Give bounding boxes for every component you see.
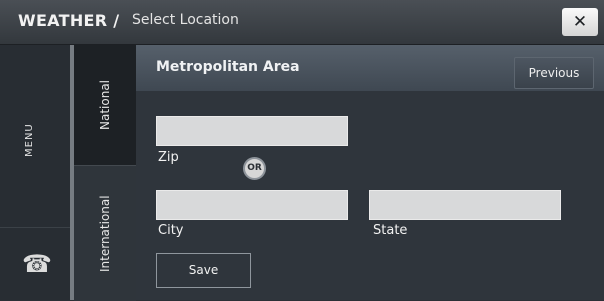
city-field[interactable]: [156, 190, 348, 220]
previous-button[interactable]: Previous: [514, 57, 594, 89]
app-title: WEATHER /: [18, 11, 120, 30]
phone-icon: ☎: [22, 250, 52, 278]
tab-national[interactable]: National: [74, 45, 136, 165]
main-panel: Metropolitan Area Previous Zip OR City S…: [136, 45, 604, 300]
phone-button[interactable]: ☎: [0, 228, 70, 300]
panel-title: Metropolitan Area: [156, 59, 300, 75]
tab-national-label: National: [98, 80, 112, 131]
or-badge: OR: [243, 157, 266, 180]
page-subtitle: Select Location: [132, 12, 239, 28]
close-button[interactable]: ✕: [562, 8, 598, 36]
title-bar: WEATHER / Select Location ✕: [0, 0, 604, 45]
tab-international-label: International: [98, 195, 112, 272]
menu-label: MENU: [24, 123, 35, 157]
state-field[interactable]: [369, 190, 561, 220]
panel-header: Metropolitan Area Previous: [136, 45, 604, 91]
city-label: City: [158, 223, 184, 238]
zip-label: Zip: [158, 150, 179, 165]
location-tabs: National International: [74, 45, 136, 301]
tab-international[interactable]: International: [74, 165, 136, 301]
zip-field[interactable]: [156, 116, 348, 146]
left-sidebar: MENU ☎: [0, 45, 70, 300]
close-icon: ✕: [572, 12, 588, 32]
menu-button[interactable]: MENU: [0, 45, 70, 228]
state-label: State: [373, 223, 408, 238]
save-button[interactable]: Save: [156, 253, 251, 288]
